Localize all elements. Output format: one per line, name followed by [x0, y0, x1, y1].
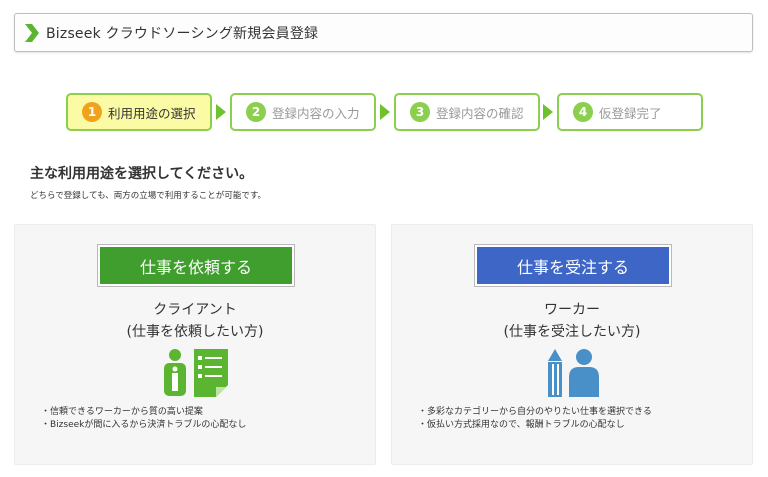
step-number: 2 — [246, 102, 266, 122]
step-label: 登録内容の確認 — [436, 105, 524, 121]
worker-title: ワーカー — [544, 302, 600, 318]
registration-steps: 1 利用用途の選択 2 登録内容の入力 3 登録内容の確認 4 仮登録完了 — [66, 93, 706, 131]
worker-feature-list: ・多彩なカテゴリーから自分のやりたい仕事を選択できる ・仮払い方式採用なので、報… — [418, 406, 652, 432]
step-arrow-icon — [216, 104, 226, 120]
section-subtext: どちらで登録しても、両方の立場で利用することが可能です。 — [30, 191, 266, 201]
step-label: 仮登録完了 — [599, 105, 662, 121]
client-subtitle: (仕事を依頼したい方) — [126, 324, 264, 340]
worker-subtitle: (仕事を受注したい方) — [503, 324, 641, 340]
step-label: 登録内容の入力 — [272, 105, 360, 121]
client-panel: 仕事を依頼する クライアント (仕事を依頼したい方) ・信頼できるワーカーから質… — [14, 224, 376, 465]
step-arrow-icon — [380, 104, 390, 120]
step-4-complete: 4 仮登録完了 — [557, 93, 703, 131]
client-feature-list: ・信頼できるワーカーから質の高い提案 ・Bizseekが間に入るから決済トラブル… — [41, 406, 246, 432]
list-item: ・仮払い方式採用なので、報酬トラブルの心配なし — [418, 420, 625, 430]
list-item: ・多彩なカテゴリーから自分のやりたい仕事を選択できる — [418, 407, 652, 417]
list-item: ・Bizseekが間に入るから決済トラブルの心配なし — [41, 420, 247, 430]
chevron-right-icon — [25, 23, 39, 42]
step-number: 3 — [410, 102, 430, 122]
worker-pencil-person-icon — [548, 349, 599, 397]
client-title: クライアント — [153, 302, 237, 318]
accept-work-button[interactable]: 仕事を受注する — [474, 244, 672, 287]
step-3-confirm: 3 登録内容の確認 — [394, 93, 540, 131]
step-number: 1 — [82, 102, 102, 122]
page-title: Bizseek クラウドソーシング新規会員登録 — [46, 25, 319, 42]
step-arrow-icon — [543, 104, 553, 120]
worker-panel: 仕事を受注する ワーカー (仕事を受注したい方) ・多彩なカテゴリーから自分のや… — [391, 224, 753, 465]
list-item: ・信頼できるワーカーから質の高い提案 — [41, 407, 203, 417]
client-person-document-icon — [164, 349, 228, 397]
page-header: Bizseek クラウドソーシング新規会員登録 — [14, 13, 753, 52]
request-work-button[interactable]: 仕事を依頼する — [97, 244, 295, 287]
step-label: 利用用途の選択 — [108, 105, 196, 121]
step-number: 4 — [573, 102, 593, 122]
section-heading: 主な利用用途を選択してください。 — [30, 166, 254, 182]
step-1-select-usage: 1 利用用途の選択 — [66, 93, 212, 131]
step-2-input: 2 登録内容の入力 — [230, 93, 376, 131]
